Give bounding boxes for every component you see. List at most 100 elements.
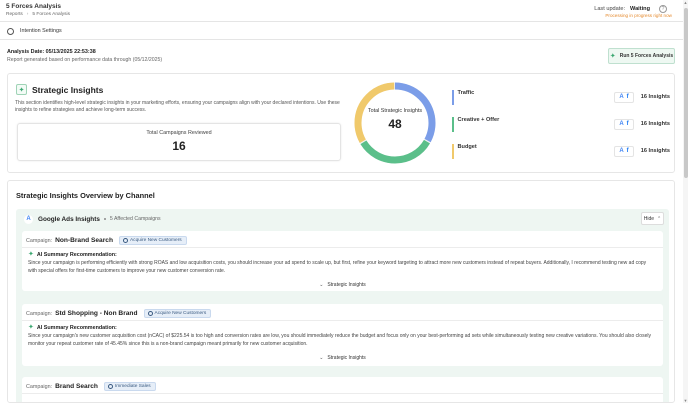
sparkle-icon: ✦	[28, 324, 34, 331]
donut-label: Total Strategic Insights	[367, 108, 423, 114]
overview-title: Strategic Insights Overview by Channel	[16, 191, 155, 200]
chevron-down-icon: ⌄	[319, 282, 324, 288]
ai-summary-title: AI Summary Recommendation:	[36, 324, 117, 331]
divider	[22, 320, 663, 321]
channel-icons: A f	[614, 118, 634, 130]
analysis-date: Analysis Date: 05/13/2025 22:53:38	[7, 49, 96, 55]
gear-icon	[7, 27, 14, 35]
chevron-down-icon: ⌄	[319, 355, 324, 361]
top-bar: 5 Forces Analysis Reports › 5 Forces Ana…	[0, 0, 683, 22]
page-title: 5 Forces Analysis	[6, 3, 62, 10]
intention-tag-label: Acquire New Customers	[154, 311, 207, 316]
campaign-card: Campaign: Non-Brand Search Acquire New C…	[22, 231, 663, 291]
divider	[22, 247, 663, 248]
legend-color-bar	[452, 89, 454, 105]
intention-tag: Acquire New Customers	[118, 236, 187, 245]
breadcrumb-current: 5 Forces Analysis	[32, 12, 70, 17]
report-generated-note: Report generated based on performance da…	[7, 57, 163, 63]
sparkle-icon: ✦	[609, 52, 616, 60]
intention-tag: Acquire New Customers	[143, 309, 212, 318]
ai-summary-text: Since your campaign's new customer acqui…	[28, 333, 651, 347]
ai-summary-title: AI Summary Recommendation:	[36, 251, 117, 258]
google-ads-icon: A	[619, 148, 624, 154]
legend-name: Budget	[457, 144, 477, 150]
channel-icons: A f	[614, 145, 634, 157]
ai-summary-header: ✦ AI Summary Recommendation:	[28, 251, 117, 258]
donut-value: 48	[388, 116, 402, 131]
campaign-label: Campaign:	[26, 383, 53, 390]
processing-status: Processing in progress right now	[605, 13, 672, 18]
total-campaigns-label: Total Campaigns Reviewed	[146, 130, 212, 136]
strategic-insights-toggle[interactable]: ⌄ Strategic Insights	[22, 355, 663, 361]
intention-settings-row[interactable]: Intention Settings	[0, 23, 683, 40]
chevron-up-icon: ⌃	[657, 215, 662, 222]
intention-tag-label: Immediate Sales	[114, 384, 151, 389]
strategic-insights-panel: ✦ Strategic Insights This section identi…	[7, 73, 675, 173]
facebook-icon: f	[626, 148, 629, 154]
target-icon	[107, 384, 113, 389]
separator-dot	[103, 218, 106, 220]
insights-icon: ✦	[16, 84, 27, 95]
target-icon	[122, 238, 128, 243]
campaign-name: Brand Search	[55, 383, 98, 390]
legend-color-bar	[452, 116, 454, 132]
google-ads-icon: A	[619, 94, 624, 100]
legend-traffic[interactable]: Traffic A f 16 Insights	[452, 89, 671, 105]
breadcrumb-separator: ›	[26, 12, 29, 17]
legend-creative-offer[interactable]: Creative + Offer A f 16 Insights	[452, 116, 671, 132]
scroll-down-arrow[interactable]: ▼	[683, 398, 688, 403]
facebook-icon: f	[626, 121, 629, 127]
channel-section-google-ads: A Google Ads Insights 5 Affected Campaig…	[16, 209, 669, 402]
campaign-card: Campaign: Brand Search Immediate Sales	[22, 377, 663, 402]
hide-label: Hide	[643, 215, 655, 222]
divider	[22, 393, 663, 394]
campaign-name: Std Shopping - Non Brand	[55, 310, 138, 317]
analysis-info: Analysis Date: 05/13/2025 22:53:38 Repor…	[7, 49, 162, 63]
legend-budget[interactable]: Budget A f 16 Insights	[452, 143, 671, 159]
campaign-label: Campaign:	[26, 310, 53, 317]
strategic-insights-toggle-label: Strategic Insights	[327, 355, 366, 361]
question-icon[interactable]: ?	[659, 5, 667, 13]
total-campaigns-value: 16	[172, 139, 186, 153]
legend-color-bar	[452, 143, 454, 159]
scroll-up-arrow[interactable]: ▲	[683, 0, 688, 5]
campaign-header: Campaign: Std Shopping - Non Brand Acqui…	[26, 309, 212, 318]
intention-tag-label: Acquire New Customers	[129, 238, 182, 243]
run-analysis-button[interactable]: ✦ Run 5 Forces Analysis	[608, 48, 675, 64]
breadcrumb: Reports › 5 Forces Analysis	[6, 12, 70, 17]
channel-name: Google Ads Insights	[38, 215, 100, 223]
channel-header: A Google Ads Insights 5 Affected Campaig…	[16, 209, 669, 229]
ai-summary-header: ✦ AI Summary Recommendation:	[28, 324, 117, 331]
legend-name: Traffic	[457, 90, 475, 96]
target-icon	[147, 311, 153, 316]
legend-count: 16 Insights	[640, 94, 670, 100]
ai-summary-text: Since your campaign is performing effici…	[28, 260, 647, 274]
google-ads-icon: A	[24, 214, 33, 224]
campaign-label: Campaign:	[26, 237, 53, 244]
overview-by-channel: Strategic Insights Overview by Channel A…	[7, 180, 675, 403]
hide-button[interactable]: Hide ⌃	[641, 212, 664, 225]
google-ads-icon: A	[619, 121, 624, 127]
legend-count: 16 Insights	[640, 121, 670, 127]
page-scrollbar[interactable]: ▲ ▼	[683, 0, 688, 403]
donut-center: Total Strategic Insights 48	[353, 108, 437, 131]
intention-tag: Immediate Sales	[103, 382, 156, 391]
last-update-label: Last update:	[594, 6, 625, 12]
last-update-status: Waiting	[630, 6, 650, 12]
affected-campaigns: 5 Affected Campaigns	[109, 216, 161, 222]
legend-count: 16 Insights	[640, 148, 670, 154]
sparkle-icon: ✦	[28, 251, 34, 258]
campaign-card: Campaign: Std Shopping - Non Brand Acqui…	[22, 304, 663, 366]
last-update: Last update: Waiting ?	[594, 5, 667, 13]
facebook-icon: f	[626, 94, 629, 100]
strategic-insights-description: This section identifies high-level strat…	[15, 100, 340, 113]
legend-name: Creative + Offer	[457, 117, 500, 123]
scrollbar-thumb[interactable]	[683, 8, 688, 178]
strategic-insights-toggle[interactable]: ⌄ Strategic Insights	[22, 282, 663, 288]
breadcrumb-reports[interactable]: Reports	[6, 12, 23, 17]
total-campaigns-card: Total Campaigns Reviewed 16	[17, 123, 341, 161]
channel-icons: A f	[614, 91, 634, 103]
run-analysis-label: Run 5 Forces Analysis	[619, 53, 674, 59]
campaign-header: Campaign: Brand Search Immediate Sales	[26, 382, 156, 391]
campaign-header: Campaign: Non-Brand Search Acquire New C…	[26, 236, 187, 245]
